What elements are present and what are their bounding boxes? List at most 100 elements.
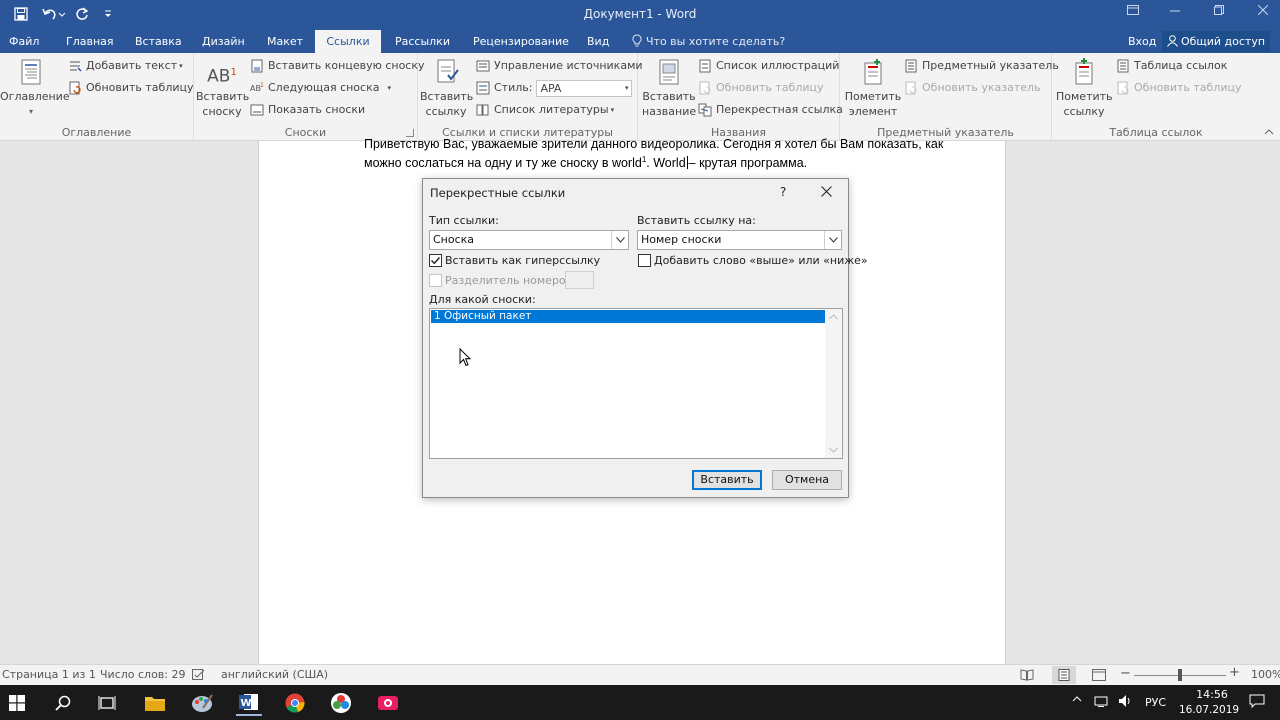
tab-references[interactable]: Ссылки	[315, 30, 381, 53]
which-footnote-label: Для какой сноски:	[429, 293, 536, 306]
bibliography-button[interactable]: Список литературы ▾	[476, 101, 614, 119]
insert-index-button[interactable]: Предметный указатель	[904, 57, 1059, 75]
insert-citation-button[interactable]: Вставить ссылку	[420, 57, 473, 119]
zoom-slider-thumb[interactable]	[1178, 669, 1182, 681]
word-app-icon[interactable]: W	[236, 690, 262, 716]
help-button[interactable]: ?	[780, 185, 786, 199]
update-toa-label: Обновить таблицу	[1134, 81, 1242, 94]
next-footnote-button[interactable]: AB 1 Следующая сноска ▾	[250, 79, 391, 97]
tab-review[interactable]: Рецензирование	[473, 30, 569, 53]
media-app-icon[interactable]	[375, 690, 401, 716]
zoom-level[interactable]: 100%	[1251, 668, 1280, 681]
update-toa-button[interactable]: Обновить таблицу	[1116, 79, 1242, 97]
zoom-in-button[interactable]: +	[1229, 665, 1240, 680]
endnote-icon	[251, 59, 263, 73]
ribbon-display-icon[interactable]	[1118, 4, 1148, 24]
show-notes-button[interactable]: Показать сноски	[250, 101, 365, 119]
manage-sources-button[interactable]: Управление источниками	[476, 57, 643, 75]
ref-type-select[interactable]: Сноска	[429, 230, 629, 250]
next-footnote-icon: AB 1	[250, 82, 264, 93]
update-index-button[interactable]: Обновить указатель	[904, 79, 1041, 97]
file-explorer-icon[interactable]	[142, 690, 168, 716]
add-text-button[interactable]: Добавить текст ▾	[68, 57, 183, 75]
mark-citation-button[interactable]: Пометить ссылку	[1056, 57, 1113, 119]
tell-me-box[interactable]: Что вы хотите сделать?	[632, 30, 785, 53]
taskbar: W РУС 14:56 16.07.2019	[0, 685, 1280, 720]
insert-footnote-button[interactable]: AB1 Вставить сноску	[196, 57, 249, 119]
list-scrollbar[interactable]	[825, 309, 842, 458]
group-toc: Оглавление ▾ Добавить текст ▾ Обновить та…	[0, 53, 194, 141]
style-value: APA	[540, 81, 562, 95]
network-icon[interactable]	[1094, 695, 1108, 710]
svg-text:W: W	[241, 698, 252, 709]
sign-in-link[interactable]: Вход	[1128, 30, 1156, 53]
tab-home[interactable]: Главная	[66, 30, 114, 53]
cross-reference-button[interactable]: Перекрестная ссылка	[698, 101, 843, 119]
above-below-checkbox[interactable]	[638, 254, 651, 267]
list-item[interactable]: 1 Офисный пакет	[431, 310, 825, 323]
insert-ref-select[interactable]: Номер сноски	[637, 230, 842, 250]
cancel-button[interactable]: Отмена	[772, 470, 842, 490]
style-selector[interactable]: Стиль: APA ▾	[476, 79, 633, 97]
volume-icon[interactable]	[1118, 694, 1132, 711]
style-dropdown[interactable]: APA ▾	[536, 79, 633, 97]
insert-endnote-button[interactable]: Вставить концевую сноску	[250, 57, 425, 75]
tab-layout[interactable]: Макет	[267, 30, 303, 53]
tab-mailings[interactable]: Рассылки	[395, 30, 450, 53]
tray-expand-icon[interactable]	[1072, 695, 1082, 706]
notifications-icon[interactable]	[1249, 694, 1265, 711]
proofing-icon[interactable]	[192, 669, 206, 684]
footnote-icon: AB1	[196, 57, 248, 89]
tab-file[interactable]: Файл	[9, 30, 39, 53]
input-language[interactable]: РУС	[1145, 696, 1166, 709]
chrome-icon[interactable]	[282, 690, 308, 716]
insert-caption-button[interactable]: Вставить название	[642, 57, 696, 119]
insert-button[interactable]: Вставить	[692, 470, 762, 490]
read-mode-icon[interactable]	[1020, 669, 1034, 684]
mark-entry-button[interactable]: Пометить элемент	[844, 57, 902, 119]
hyperlink-checkbox[interactable]	[429, 254, 442, 267]
update-toc-button[interactable]: Обновить таблицу	[68, 79, 194, 97]
update-figures-label: Обновить таблицу	[716, 81, 824, 94]
mark-entry-icon	[864, 59, 882, 85]
tab-insert[interactable]: Вставка	[135, 30, 182, 53]
tab-design[interactable]: Дизайн	[202, 30, 245, 53]
zoom-out-button[interactable]: −	[1120, 666, 1131, 681]
footnote-list[interactable]: 1 Офисный пакет	[429, 308, 843, 459]
search-icon[interactable]	[50, 690, 76, 716]
scroll-down-icon[interactable]	[829, 447, 838, 453]
table-of-figures-button[interactable]: Список иллюстраций	[698, 57, 839, 75]
mouse-pointer-icon	[459, 347, 472, 367]
clock-date[interactable]: 16.07.2019	[1178, 704, 1240, 716]
photos-app-icon[interactable]	[328, 690, 354, 716]
collapse-ribbon-icon[interactable]	[1264, 126, 1274, 135]
word-count[interactable]: Число слов: 29	[100, 668, 186, 681]
windows-start-icon[interactable]	[4, 690, 30, 716]
insert-index-label: Предметный указатель	[922, 59, 1059, 72]
close-icon[interactable]	[1248, 4, 1278, 24]
dialog-close-icon[interactable]	[821, 186, 833, 198]
language-indicator[interactable]: английский (США)	[221, 668, 328, 681]
scroll-up-icon[interactable]	[829, 314, 838, 320]
clock-time[interactable]: 14:56	[1188, 688, 1236, 701]
update-figures-button[interactable]: Обновить таблицу	[698, 79, 824, 97]
web-layout-icon[interactable]	[1092, 669, 1106, 684]
page-count[interactable]: Страница 1 из 1	[2, 668, 96, 681]
minimize-icon[interactable]	[1160, 4, 1190, 24]
paint-app-icon[interactable]	[189, 690, 215, 716]
maximize-icon[interactable]	[1204, 4, 1234, 24]
footnotes-dialog-launcher-icon[interactable]	[406, 129, 414, 137]
cross-reference-dialog: Перекрестные ссылки ? Тип ссылки: Сноска…	[422, 178, 868, 498]
ref-type-label: Тип ссылки:	[429, 214, 499, 227]
insert-toa-button[interactable]: Таблица ссылок	[1116, 57, 1227, 75]
chevron-down-icon: ▾	[624, 83, 629, 92]
task-view-icon[interactable]	[94, 690, 120, 716]
zoom-slider[interactable]	[1134, 669, 1226, 681]
share-button[interactable]: Общий доступ	[1162, 31, 1270, 52]
separator-checkbox[interactable]	[429, 274, 442, 287]
print-layout-icon[interactable]	[1052, 666, 1076, 684]
group-captions: Вставить название Список иллюстраций Обн…	[638, 53, 843, 141]
separator-input[interactable]	[565, 271, 594, 289]
tab-view[interactable]: Вид	[587, 30, 609, 53]
toc-button[interactable]: Оглавление ▾	[0, 57, 70, 119]
